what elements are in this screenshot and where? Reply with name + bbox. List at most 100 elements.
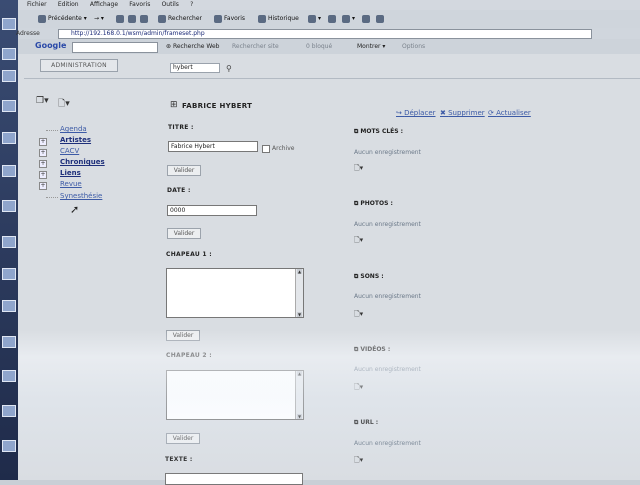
- section-sons-title: ⧉ SONS :: [354, 273, 384, 280]
- search-icon[interactable]: ⚲: [226, 64, 232, 73]
- history-button[interactable]: Historique: [258, 13, 299, 24]
- chapeau1-textarea[interactable]: ▲ ▼: [166, 268, 304, 318]
- desktop-shortcut-icon[interactable]: [2, 100, 16, 112]
- move-button[interactable]: ↪ Déplacer: [396, 109, 436, 117]
- section-empty-text: Aucun enregistrement: [354, 366, 421, 373]
- desktop-shortcut-icon[interactable]: [2, 200, 16, 212]
- history-icon: [258, 14, 266, 23]
- page-content: [18, 54, 640, 480]
- forward-button[interactable]: → ▾: [94, 13, 104, 24]
- expand-icon[interactable]: +: [39, 182, 47, 190]
- scrollbar[interactable]: ▲ ▼: [295, 269, 303, 317]
- new-document-icon[interactable]: 🗋▾: [58, 96, 70, 112]
- valider-date-button[interactable]: Valider: [167, 228, 201, 239]
- popup-blocker-button[interactable]: 0 bloqué: [306, 43, 332, 50]
- archive-checkbox[interactable]: [262, 145, 270, 153]
- desktop-shortcut-icon[interactable]: [2, 268, 16, 280]
- desktop-shortcut-icon[interactable]: [2, 370, 16, 382]
- discuss-button[interactable]: [362, 13, 372, 24]
- add-url-icon[interactable]: 🗋▾: [354, 456, 363, 467]
- valider-chapeau2-button[interactable]: Valider: [166, 433, 200, 444]
- desktop-shortcut-icon[interactable]: [2, 405, 16, 417]
- section-videos-title: ⧉ VIDÉOS :: [354, 346, 391, 353]
- desktop-shortcut-icon[interactable]: [2, 165, 16, 177]
- valider-chapeau1-button[interactable]: Valider: [166, 330, 200, 341]
- desktop-shortcut-icon[interactable]: [2, 48, 16, 60]
- google-search-input[interactable]: [72, 42, 158, 53]
- refresh-button[interactable]: [128, 13, 138, 24]
- add-mots-cles-icon[interactable]: 🗋▾: [354, 164, 363, 175]
- menu-edition[interactable]: Edition: [58, 0, 79, 10]
- search-input[interactable]: hybert: [170, 63, 220, 73]
- titre-input[interactable]: Fabrice Hybert: [168, 141, 258, 152]
- google-search-web-button[interactable]: ⊛ Recherche Web: [166, 43, 219, 50]
- google-options-button[interactable]: Options: [402, 43, 425, 50]
- date-input[interactable]: 0000: [167, 205, 257, 216]
- mail-button[interactable]: ▾: [308, 13, 321, 24]
- add-son-icon[interactable]: 🗋▾: [354, 310, 363, 321]
- print-button[interactable]: [328, 13, 338, 24]
- section-mots-cles-title: ⧉ MOTS CLÉS :: [354, 128, 404, 135]
- menu-bar: Fichier Edition Affichage Favoris Outils…: [18, 0, 640, 10]
- tree-line: [46, 130, 58, 131]
- desktop-shortcut-icon[interactable]: [2, 336, 16, 348]
- search-button[interactable]: Rechercher: [158, 13, 202, 24]
- tree-line: [46, 197, 58, 198]
- menu-affichage[interactable]: Affichage: [90, 0, 118, 10]
- browser-toolbar: Précédente ▾ → ▾ Rechercher Favoris Hist…: [18, 10, 640, 29]
- home-button[interactable]: [140, 13, 150, 24]
- home-icon: [140, 14, 148, 23]
- expand-icon[interactable]: +: [39, 171, 47, 179]
- desktop-shortcut-icon[interactable]: [2, 18, 16, 30]
- stop-button[interactable]: [116, 13, 126, 24]
- desktop-shortcut-icon[interactable]: [2, 440, 16, 452]
- star-icon: [214, 14, 222, 23]
- menu-fichier[interactable]: Fichier: [27, 0, 47, 10]
- expand-icon[interactable]: +: [39, 149, 47, 157]
- address-input[interactable]: http://192.168.0.1/wsm/admin/frameset.ph…: [58, 29, 592, 39]
- valider-titre-button[interactable]: Valider: [167, 165, 201, 176]
- delete-button[interactable]: ✖ Supprimer: [440, 109, 485, 117]
- record-title: FABRICE HYBERT: [182, 102, 253, 110]
- section-empty-text: Aucun enregistrement: [354, 440, 421, 447]
- scroll-up-icon[interactable]: ▲: [297, 269, 302, 274]
- messenger-icon: [376, 14, 384, 23]
- refresh-record-button[interactable]: ⟳ Actualiser: [488, 109, 531, 117]
- scrollbar[interactable]: ▲ ▼: [295, 371, 303, 419]
- expand-icon[interactable]: +: [39, 138, 47, 146]
- edit-button[interactable]: ▾: [342, 13, 355, 24]
- google-show-button[interactable]: Montrer ▾: [357, 43, 385, 50]
- nav-item-cacv[interactable]: CACV: [60, 147, 79, 155]
- menu-help[interactable]: ?: [190, 0, 193, 10]
- scroll-up-icon[interactable]: ▲: [297, 371, 302, 376]
- nav-item-artistes[interactable]: Artistes: [60, 136, 91, 144]
- date-label: DATE :: [167, 187, 191, 194]
- texte-textarea[interactable]: [165, 473, 303, 485]
- google-search-site-button[interactable]: Rechercher site: [232, 43, 279, 50]
- refresh-icon: [128, 14, 136, 23]
- desktop-shortcut-icon[interactable]: [2, 236, 16, 248]
- add-photo-icon[interactable]: 🗋▾: [354, 236, 363, 247]
- nav-item-revue[interactable]: Revue: [60, 180, 82, 188]
- folder-tool-icon[interactable]: ❐▾: [36, 96, 49, 106]
- desktop-shortcut-icon[interactable]: [2, 132, 16, 144]
- menu-favoris[interactable]: Favoris: [129, 0, 150, 10]
- back-button[interactable]: Précédente ▾: [38, 13, 87, 24]
- nav-item-synesthesie[interactable]: Synesthésie: [60, 192, 102, 200]
- add-video-icon[interactable]: 🗋▾: [354, 383, 363, 394]
- expand-icon[interactable]: +: [39, 160, 47, 168]
- desktop-shortcut-icon[interactable]: [2, 300, 16, 312]
- chapeau2-textarea[interactable]: ▲ ▼: [166, 370, 304, 420]
- menu-outils[interactable]: Outils: [162, 0, 179, 10]
- scroll-down-icon[interactable]: ▼: [297, 312, 302, 317]
- messenger-button[interactable]: [376, 13, 386, 24]
- nav-item-chroniques[interactable]: Chroniques: [60, 158, 105, 166]
- scroll-down-icon[interactable]: ▼: [297, 414, 302, 419]
- desktop-shortcut-icon[interactable]: [2, 70, 16, 82]
- refresh-icon: ⟳: [488, 109, 497, 117]
- favorites-button[interactable]: Favoris: [214, 13, 245, 24]
- nav-item-liens[interactable]: Liens: [60, 169, 81, 177]
- google-logo[interactable]: Google: [35, 41, 66, 50]
- nav-item-agenda[interactable]: Agenda: [60, 125, 87, 133]
- administration-button[interactable]: ADMINISTRATION: [40, 59, 118, 72]
